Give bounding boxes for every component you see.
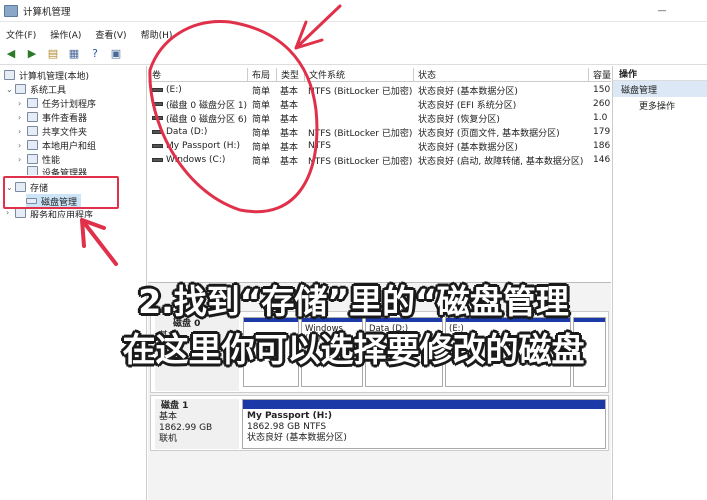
tree-item-task-scheduler[interactable]: › 任务计划程序: [18, 96, 96, 110]
help-icon[interactable]: ?: [88, 47, 102, 61]
chevron-right-icon[interactable]: ›: [6, 208, 15, 217]
tree-item-local-users[interactable]: › 本地用户和组: [18, 138, 96, 152]
column-header-status[interactable]: 状态: [414, 68, 589, 82]
more-actions-link[interactable]: 更多操作: [613, 97, 707, 113]
device-icon: [27, 166, 38, 175]
disk-1-name: 磁盘 1: [161, 401, 189, 411]
disk-0-partition-c[interactable]: Windows (C:): [301, 317, 363, 387]
drive-icon: [152, 144, 163, 148]
menu-view[interactable]: 查看(V): [95, 28, 126, 41]
column-header-volume[interactable]: 卷: [148, 68, 248, 82]
table-row[interactable]: Data (D:) 简单 基本 NTFS (BitLocker 已加密) 状态良…: [148, 125, 611, 139]
volume-list: 卷 布局 类型 文件系统 状态 容量 (E:) 简单 基本 NTFS (BitL…: [148, 66, 611, 280]
disk-graphical-view: 磁盘 0 基本 Windows (C:) Data (D:) (E:) 磁盘 1…: [148, 282, 611, 500]
toolbar: ◀ ▶ ▤ ▦ ? ▣: [0, 43, 707, 65]
services-icon: [15, 208, 26, 218]
disk-1-label: 磁盘 1 基本 1862.99 GB 联机: [155, 399, 239, 449]
tree-item-root[interactable]: 计算机管理(本地): [4, 68, 89, 82]
chevron-right-icon[interactable]: ›: [18, 127, 27, 136]
properties-icon[interactable]: ▣: [109, 47, 123, 61]
disk-0-type: 基本: [159, 331, 178, 341]
disk-1-partition-h[interactable]: My Passport (H:) 1862.98 GB NTFS 状态良好 (基…: [242, 399, 606, 449]
tree-item-device-manager[interactable]: 设备管理器: [18, 166, 87, 175]
clock-icon: [27, 98, 38, 108]
menu-file[interactable]: 文件(F): [6, 28, 36, 41]
back-arrow-icon[interactable]: ◀: [4, 47, 18, 61]
chevron-right-icon[interactable]: ›: [18, 141, 27, 150]
disk-1-state: 联机: [159, 434, 178, 444]
tree-item-system-tools[interactable]: ⌄ 系统工具: [6, 82, 66, 96]
menu-bar: 文件(F) 操作(A) 查看(V) 帮助(H): [0, 26, 707, 42]
partition-h-status: 状态良好 (基本数据分区): [247, 433, 347, 443]
column-header-type[interactable]: 类型: [277, 68, 305, 82]
disk-1-type: 基本: [159, 412, 178, 422]
disk-0-partition-recovery[interactable]: [573, 317, 606, 387]
disk-0-partition-efi[interactable]: [243, 317, 299, 387]
disk-1-row[interactable]: 磁盘 1 基本 1862.99 GB 联机 My Passport (H:) 1…: [150, 395, 609, 451]
table-row[interactable]: (E:) 简单 基本 NTFS (BitLocker 已加密) 状态良好 (基本…: [148, 83, 611, 97]
computer-icon: [4, 70, 15, 80]
computer-management-icon: [4, 4, 18, 17]
table-row[interactable]: My Passport (H:) 简单 基本 NTFS 状态良好 (基本数据分区…: [148, 139, 611, 153]
menu-action[interactable]: 操作(A): [50, 28, 81, 41]
chevron-down-icon[interactable]: ⌄: [6, 85, 15, 94]
table-row[interactable]: Windows (C:) 简单 基本 NTFS (BitLocker 已加密) …: [148, 153, 611, 167]
column-header-filesystem[interactable]: 文件系统: [305, 68, 414, 82]
disk-0-partition-e[interactable]: (E:): [445, 317, 571, 387]
column-header-layout[interactable]: 布局: [248, 68, 277, 82]
table-row[interactable]: (磁盘 0 磁盘分区 6) 简单 基本 状态良好 (恢复分区) 1.0: [148, 111, 611, 125]
highlight-box: [3, 176, 119, 209]
partition-h-name: My Passport (H:): [247, 411, 332, 421]
tree-item-event-viewer[interactable]: › 事件查看器: [18, 110, 87, 124]
disk-1-size: 1862.99 GB: [159, 423, 213, 433]
chevron-right-icon[interactable]: ›: [18, 113, 27, 122]
drive-icon: [152, 102, 163, 106]
disk-0-row[interactable]: 磁盘 0 基本 Windows (C:) Data (D:) (E:): [150, 311, 609, 393]
actions-section-disk-management[interactable]: 磁盘管理: [613, 81, 707, 97]
actions-header: 操作: [613, 66, 707, 81]
tools-icon: [15, 84, 26, 94]
disk-0-name: 磁盘 0: [173, 319, 201, 329]
drive-icon: [152, 116, 163, 120]
event-icon: [27, 112, 38, 122]
drive-icon: [152, 130, 163, 134]
minimize-button[interactable]: —: [655, 4, 669, 18]
chevron-right-icon[interactable]: ›: [18, 155, 27, 164]
tree-item-services[interactable]: › 服务和应用程序: [6, 208, 93, 218]
forward-arrow-icon[interactable]: ▶: [25, 47, 39, 61]
actions-pane: 操作 磁盘管理 更多操作: [612, 66, 707, 500]
tree-item-performance[interactable]: › 性能: [18, 152, 60, 166]
disk-0-label: 磁盘 0 基本: [155, 315, 239, 391]
table-row[interactable]: (磁盘 0 磁盘分区 1) 简单 基本 状态良好 (EFI 系统分区) 260: [148, 97, 611, 111]
column-header-capacity[interactable]: 容量: [589, 68, 611, 82]
performance-icon: [27, 154, 38, 164]
title-bar: 计算机管理 —: [0, 0, 707, 22]
folder-icon: [27, 126, 38, 136]
navigation-tree: 计算机管理(本地) ⌄ 系统工具 › 任务计划程序 › 事件查看器 › 共享文件夹 › 本…: [0, 66, 147, 500]
window-title: 计算机管理: [23, 6, 71, 18]
disk-0-partition-d[interactable]: Data (D:): [365, 317, 443, 387]
tree-item-shared-folders[interactable]: › 共享文件夹: [18, 124, 87, 138]
drive-icon: [152, 88, 163, 92]
menu-help[interactable]: 帮助(H): [141, 28, 173, 41]
drive-icon: [152, 158, 163, 162]
chevron-right-icon[interactable]: ›: [18, 99, 27, 108]
up-folder-icon[interactable]: ▤: [46, 47, 60, 61]
partition-h-size: 1862.98 GB NTFS: [247, 422, 327, 432]
users-icon: [27, 140, 38, 150]
show-hide-tree-icon[interactable]: ▦: [67, 47, 81, 61]
